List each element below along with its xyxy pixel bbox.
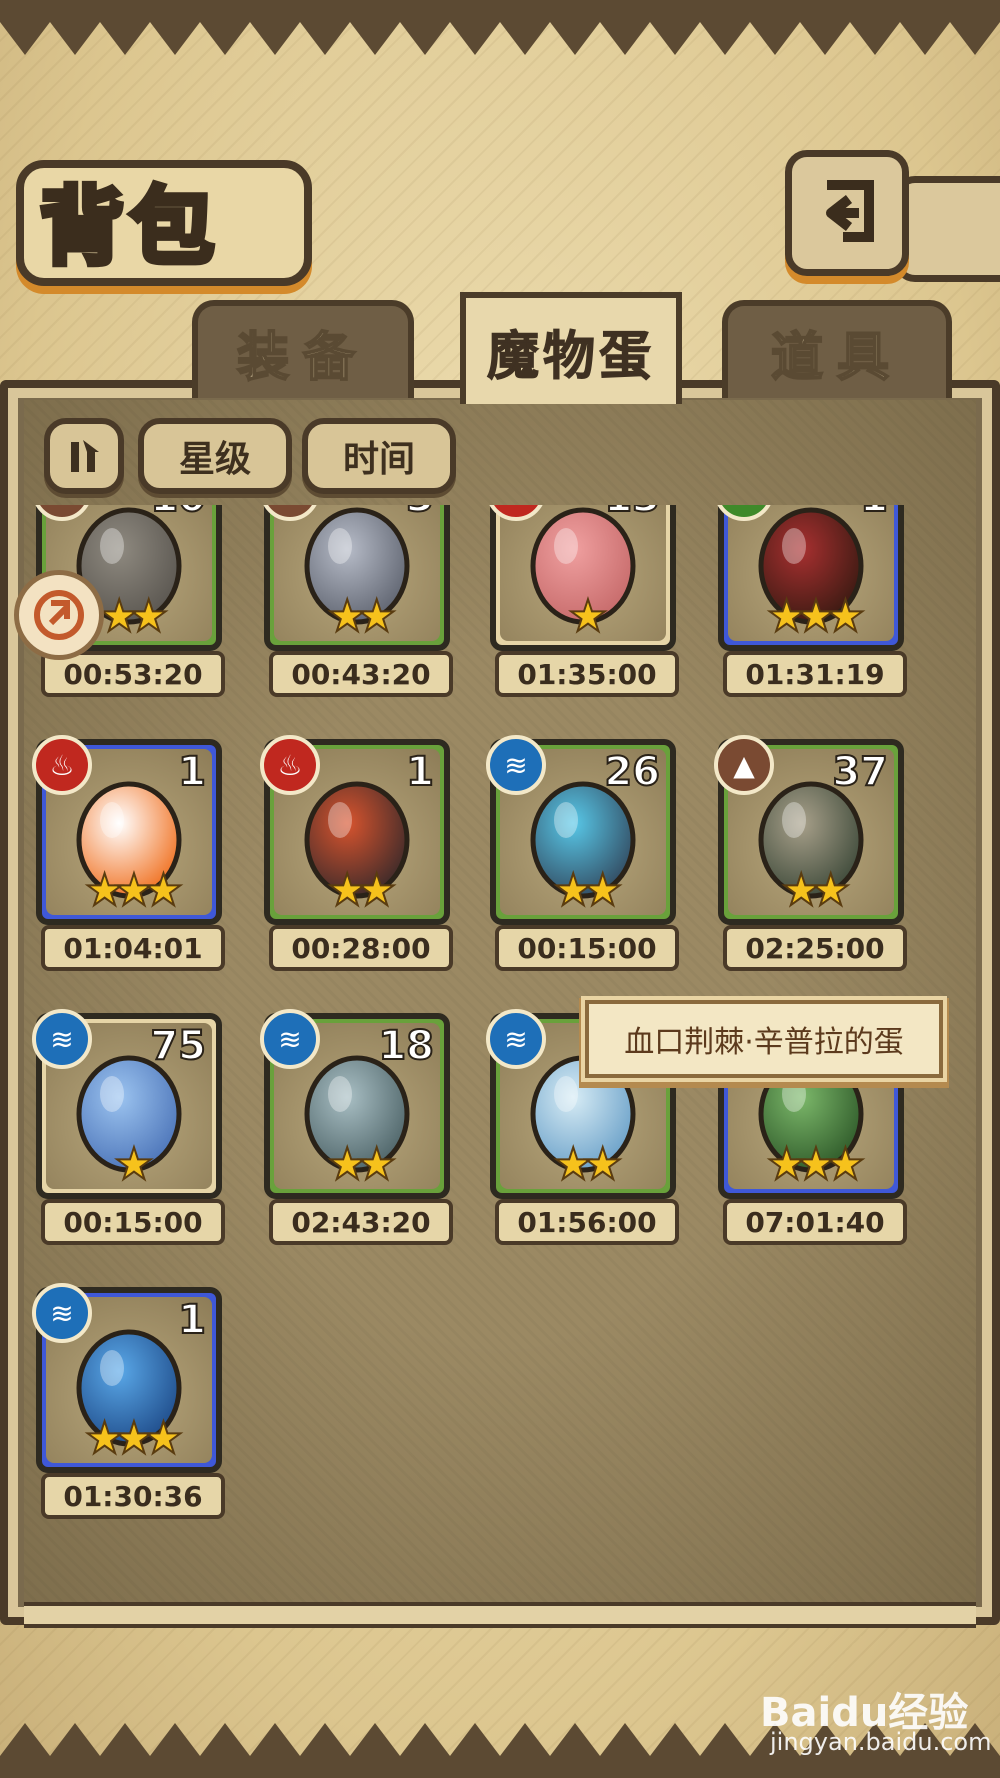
back-rail	[893, 176, 1000, 282]
tab-items[interactable]: 道具	[722, 300, 952, 398]
hatch-timer: 01:31:19	[723, 651, 907, 697]
hatch-timer: 02:43:20	[269, 1199, 453, 1245]
hatch-timer: 01:56:00	[495, 1199, 679, 1245]
hatch-timer: 01:30:36	[41, 1473, 225, 1519]
egg-count: 13	[603, 505, 661, 522]
star-rating: ★★	[327, 865, 398, 916]
star-rating: ★★★	[84, 1413, 184, 1464]
hatch-timer: 00:15:00	[495, 925, 679, 971]
back-button[interactable]	[785, 150, 909, 276]
star-rating: ★★	[553, 1139, 624, 1190]
egg-count: 75	[149, 1022, 207, 1070]
egg-count: 1	[859, 505, 889, 522]
water-element-icon: ≋	[486, 1009, 546, 1069]
star-rating: ★	[113, 1139, 154, 1190]
hatch-timer: 02:25:00	[723, 925, 907, 971]
star-rating: ★★★	[766, 1139, 866, 1190]
egg-card[interactable]: ▲3★★	[260, 505, 450, 651]
star-rating: ★★★	[84, 865, 184, 916]
water-element-icon: ≋	[32, 1009, 92, 1069]
egg-count: 37	[831, 748, 889, 796]
star-rating: ★★	[553, 865, 624, 916]
egg-count: 1	[177, 1296, 207, 1344]
fire-element-icon: ♨	[32, 735, 92, 795]
egg-card[interactable]: ♣1★★★	[714, 505, 904, 651]
egg-count: 26	[603, 748, 661, 796]
watermark-url: jingyan.baidu.com	[770, 1728, 992, 1756]
sort-by-star-button[interactable]: 星级	[138, 418, 292, 494]
hatch-timer: 01:04:01	[41, 925, 225, 971]
egg-card[interactable]: ≋ 26 ★★	[486, 735, 676, 925]
egg-count: 10	[149, 505, 207, 522]
hatch-timer: 00:43:20	[269, 651, 453, 697]
tab-equipment[interactable]: 装备	[192, 300, 414, 398]
hatch-timer: 00:28:00	[269, 925, 453, 971]
tab-monster-egg[interactable]: 魔物蛋	[460, 292, 682, 404]
water-element-icon: ≋	[260, 1009, 320, 1069]
sort-toggle-icon	[71, 440, 99, 472]
hatch-timer: 00:15:00	[41, 1199, 225, 1245]
hatch-timer: 07:01:40	[723, 1199, 907, 1245]
water-element-icon: ≋	[32, 1283, 92, 1343]
egg-count: 18	[377, 1022, 435, 1070]
collapse-arrow-icon	[34, 590, 84, 640]
star-rating: ★★	[327, 591, 398, 642]
egg-count: 3	[405, 505, 435, 522]
fire-element-icon: ♨	[260, 735, 320, 795]
tab-label: 魔物蛋	[486, 326, 655, 387]
egg-card[interactable]: ≋ 75 ★	[32, 1009, 222, 1199]
back-arrow-icon	[826, 180, 874, 242]
egg-card[interactable]: ♨13★	[486, 505, 676, 651]
egg-count: 1	[177, 748, 207, 796]
egg-card[interactable]: ♨ 1 ★★★	[32, 735, 222, 925]
star-rating: ★	[567, 591, 608, 642]
star-rating: ★★	[781, 865, 852, 916]
egg-card[interactable]: ≋ 1 ★★★	[32, 1283, 222, 1473]
sort-toggle-button[interactable]	[44, 418, 124, 494]
egg-tooltip: 血口荆棘·辛普拉的蛋	[585, 1000, 943, 1078]
egg-card[interactable]: ≋ 18 ★★	[260, 1009, 450, 1199]
page-title: 背包	[37, 175, 221, 279]
egg-card[interactable]: ♨ 1 ★★	[260, 735, 450, 925]
sort-by-time-button[interactable]: 时间	[302, 418, 456, 494]
egg-count: 1	[405, 748, 435, 796]
tab-label: 道具	[770, 327, 903, 389]
egg-card[interactable]: ▲ 37 ★★	[714, 735, 904, 925]
panel-bottom-bar	[24, 1602, 976, 1628]
hatch-timer: 01:35:00	[495, 651, 679, 697]
top-zigzag-border	[0, 0, 1000, 55]
star-rating: ★★★	[766, 591, 866, 642]
earth-element-icon: ▲	[714, 735, 774, 795]
tab-label: 装备	[236, 327, 369, 389]
side-collapse-button[interactable]	[14, 570, 104, 660]
star-rating: ★★	[327, 1139, 398, 1190]
water-element-icon: ≋	[486, 735, 546, 795]
